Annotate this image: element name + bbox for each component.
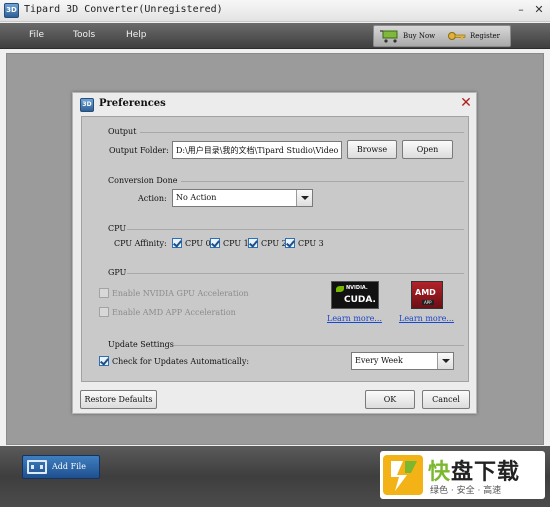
ok-button[interactable]: OK [365, 390, 415, 409]
amd-app-logo: AMD APP [411, 281, 443, 309]
buy-register-group: Buy Now Register [373, 25, 511, 47]
watermark: 快盘下载 绿色 · 安全 · 高速 [380, 451, 545, 499]
cpu-affinity-label: CPU Affinity: [114, 239, 167, 248]
menu-file[interactable]: File [29, 30, 44, 40]
cpu0-label: CPU 0 [185, 239, 211, 248]
preferences-dialog: 3D Preferences ✕ Output Output Folder: D… [72, 92, 477, 414]
update-frequency-value: Every Week [355, 356, 403, 365]
output-folder-field[interactable]: D:\用户目录\我的文档\Tipard Studio\Video [172, 141, 342, 159]
cpu3-checkbox[interactable] [285, 238, 295, 248]
cpu3-label: CPU 3 [298, 239, 324, 248]
chevron-down-icon [437, 353, 453, 369]
buy-now-button[interactable]: Buy Now [403, 32, 435, 40]
auto-update-checkbox[interactable] [99, 356, 109, 366]
app-logo-icon: 3D [4, 3, 19, 18]
learn-more-nvidia-link[interactable]: Learn more... [327, 314, 382, 323]
menu-help[interactable]: Help [126, 30, 147, 40]
film-icon [27, 460, 47, 474]
section-gpu-title: GPU [108, 268, 127, 277]
dialog-logo-icon: 3D [80, 98, 94, 112]
section-update-title: Update Settings [108, 340, 174, 349]
nvidia-eye-icon [336, 286, 344, 292]
add-file-button[interactable]: Add File [22, 455, 100, 479]
cpu1-label: CPU 1 [223, 239, 249, 248]
app-title: Tipard 3D Converter(Unregistered) [24, 4, 223, 15]
section-output-title: Output [108, 127, 137, 136]
section-divider [140, 132, 464, 133]
section-divider [181, 181, 464, 182]
chevron-down-icon [296, 190, 312, 206]
add-file-label: Add File [52, 462, 86, 471]
amd-checkbox[interactable] [99, 307, 109, 317]
cpu2-label: CPU 2 [261, 239, 287, 248]
menu-tools[interactable]: Tools [73, 30, 95, 40]
section-divider [127, 229, 464, 230]
dialog-close-icon[interactable]: ✕ [459, 96, 473, 110]
restore-defaults-button[interactable]: Restore Defaults [80, 390, 157, 409]
section-conversion-title: Conversion Done [108, 176, 178, 185]
amd-option-label: Enable AMD APP Acceleration [112, 308, 236, 317]
key-icon [448, 32, 466, 40]
section-divider [127, 273, 464, 274]
section-cpu-title: CPU [108, 224, 127, 233]
menu-bar: File Tools Help Buy Now Register [0, 23, 550, 49]
action-label: Action: [138, 194, 167, 203]
register-button[interactable]: Register [470, 32, 500, 40]
minimize-button[interactable]: – [514, 2, 528, 18]
nvidia-option-label: Enable NVIDIA GPU Acceleration [112, 289, 249, 298]
browse-button[interactable]: Browse [347, 140, 397, 159]
update-frequency-select[interactable]: Every Week [351, 352, 454, 370]
nvidia-cuda-logo: NVIDIA. CUDA. [331, 281, 379, 309]
watermark-logo-icon [383, 455, 423, 495]
preferences-panel: Output Output Folder: D:\用户目录\我的文档\Tipar… [81, 116, 469, 382]
watermark-title: 快盘下载 [428, 460, 521, 485]
nvidia-checkbox[interactable] [99, 288, 109, 298]
title-bar: 3D Tipard 3D Converter(Unregistered) – ✕ [0, 0, 550, 22]
action-select-value: No Action [176, 193, 217, 202]
output-folder-label: Output Folder: [109, 146, 169, 155]
cancel-button[interactable]: Cancel [422, 390, 470, 409]
cpu0-checkbox[interactable] [172, 238, 182, 248]
cpu2-checkbox[interactable] [248, 238, 258, 248]
action-select[interactable]: No Action [172, 189, 313, 207]
learn-more-amd-link[interactable]: Learn more... [399, 314, 454, 323]
cpu1-checkbox[interactable] [210, 238, 220, 248]
dialog-title: Preferences [99, 98, 166, 109]
shopping-cart-icon [380, 30, 398, 43]
section-divider [174, 345, 464, 346]
auto-update-label: Check for Updates Automatically: [112, 357, 250, 366]
close-window-button[interactable]: ✕ [532, 2, 546, 18]
open-button[interactable]: Open [402, 140, 453, 159]
watermark-tagline: 绿色 · 安全 · 高速 [430, 486, 502, 496]
